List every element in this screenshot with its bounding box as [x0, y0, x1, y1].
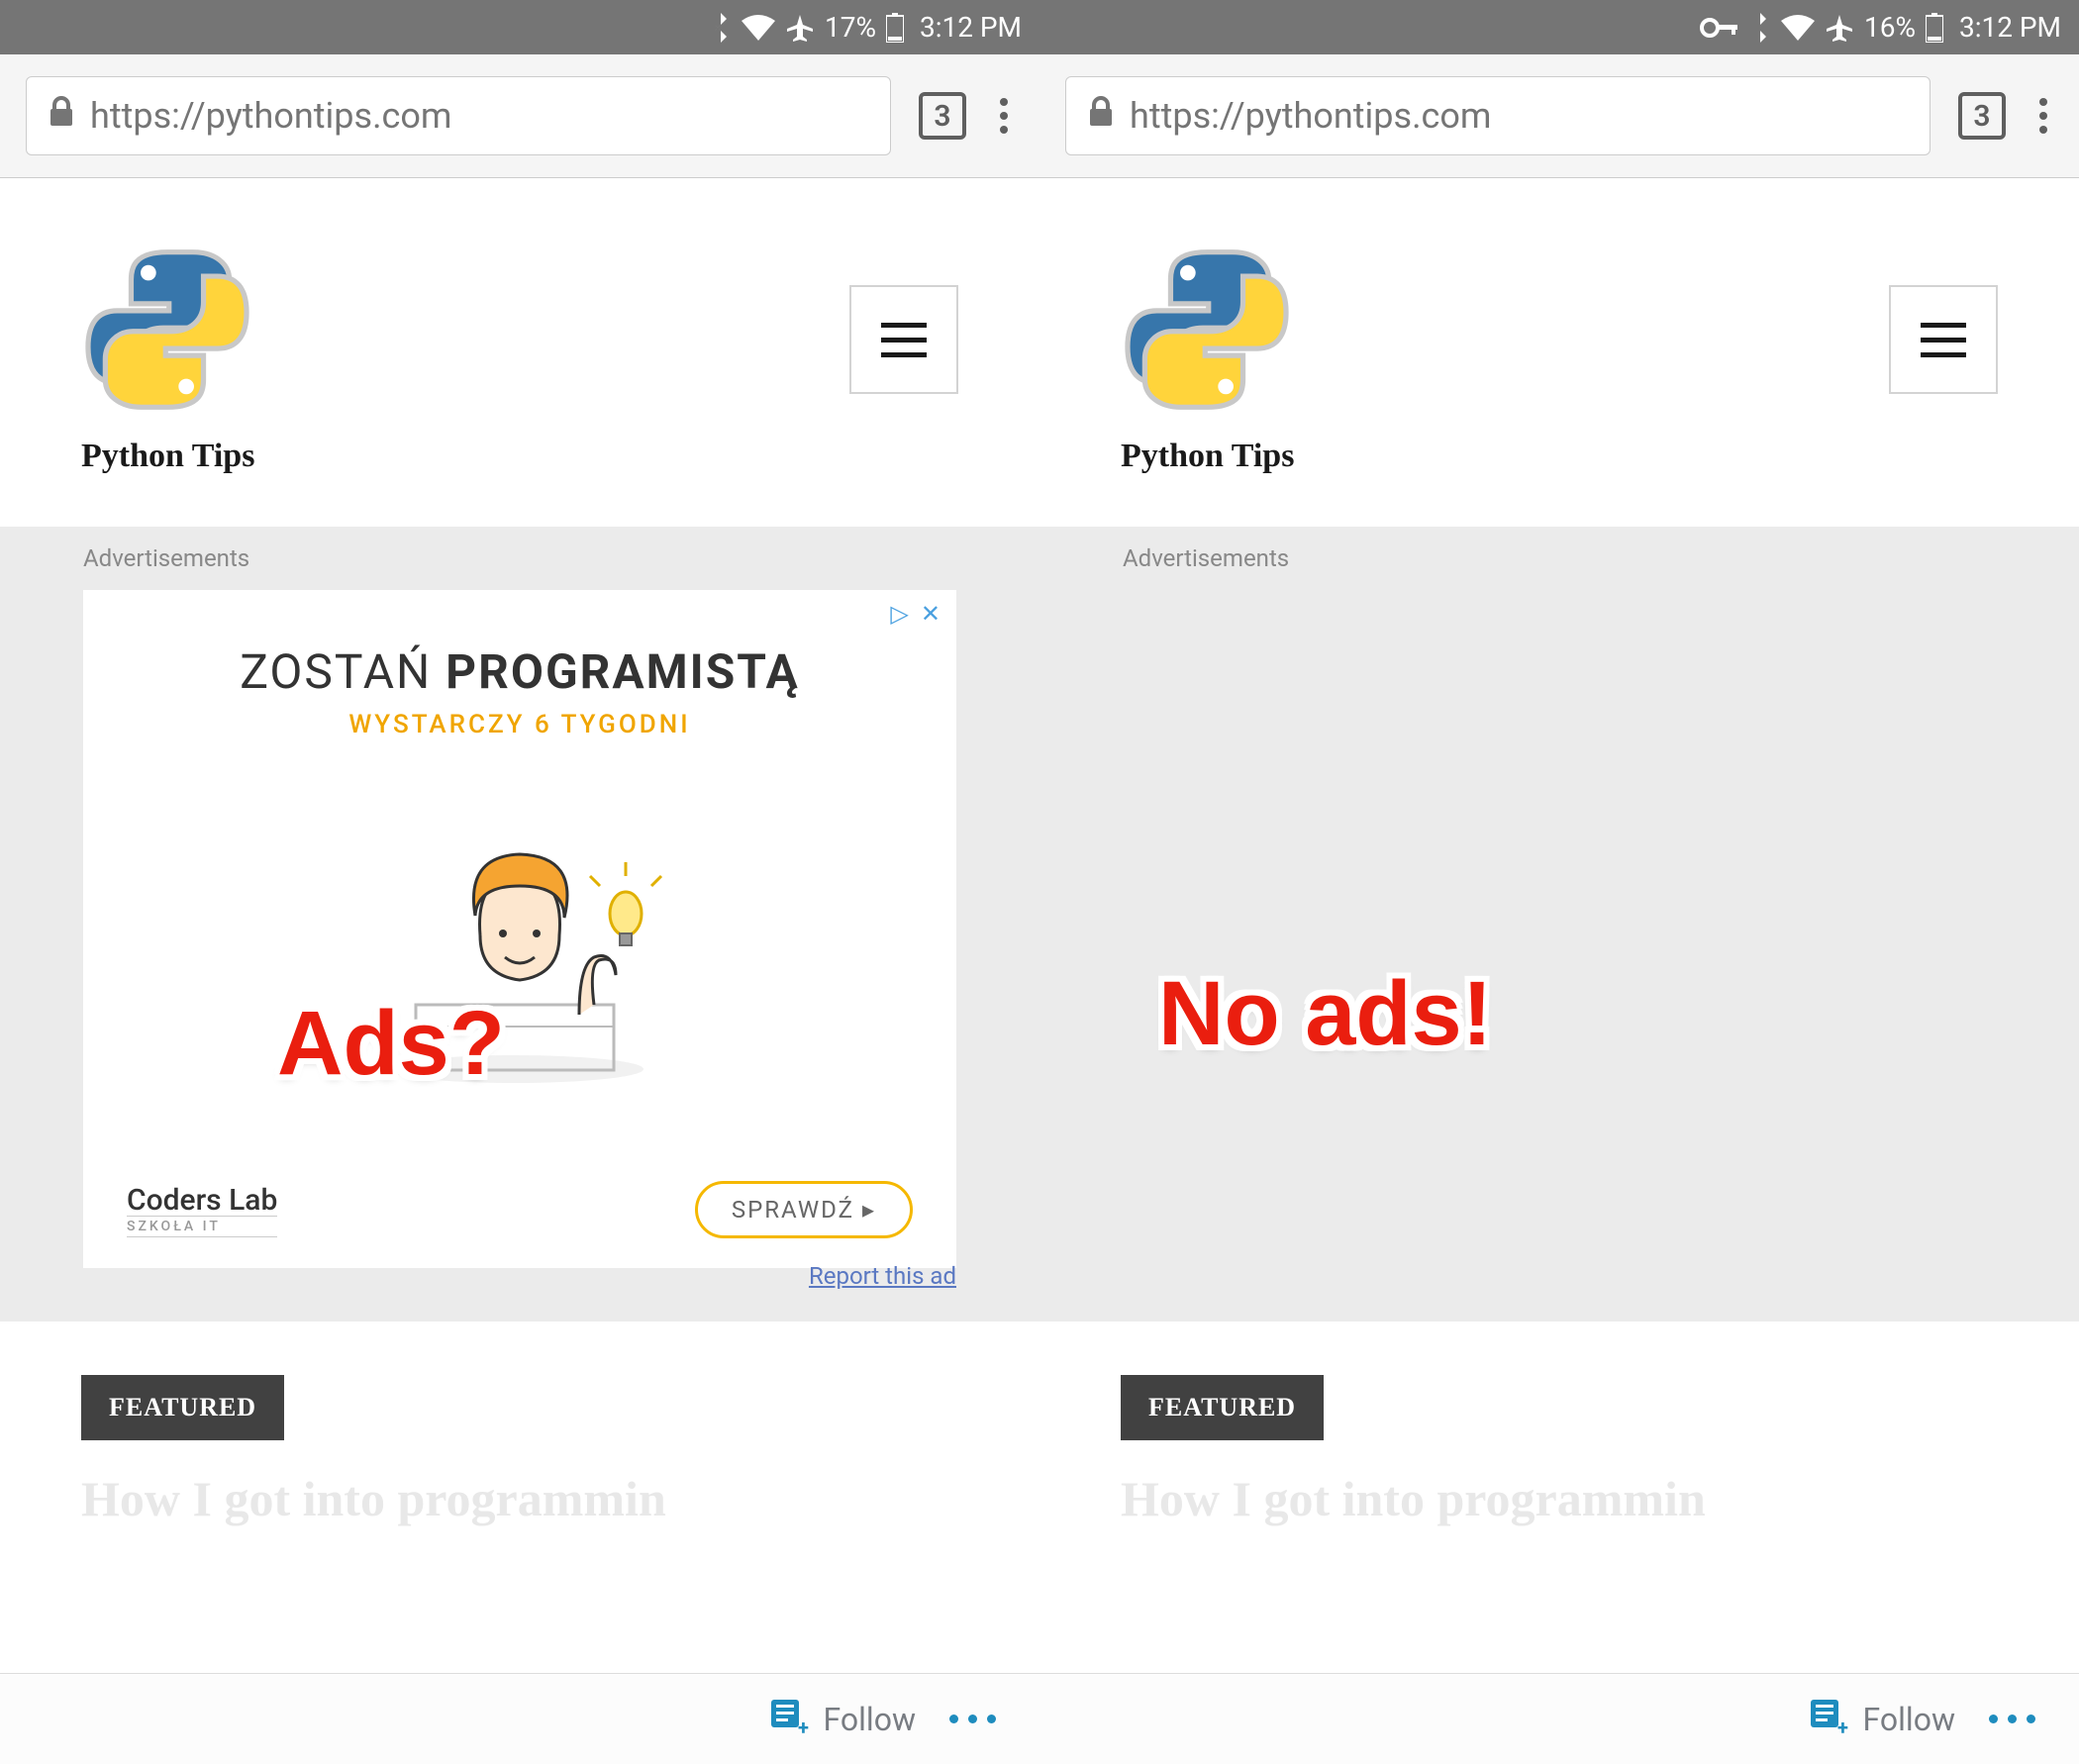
more-menu-button[interactable] [1989, 1715, 2035, 1723]
browser-toolbar: https://pythontips.com 3 [0, 54, 1040, 178]
reader-icon: + [768, 1695, 810, 1744]
follow-button[interactable]: + Follow [1808, 1695, 1955, 1744]
close-ad-icon[interactable]: ✕ [921, 600, 940, 628]
site-title[interactable]: Python Tips [81, 438, 254, 475]
url-bar[interactable]: https://pythontips.com [1065, 76, 1930, 155]
advertisement-section: Advertisements ▷ ✕ ZOSTAŃ PROGRAMISTĄ WY… [0, 527, 1040, 1322]
reader-icon: + [1808, 1695, 1849, 1744]
more-menu-button[interactable] [949, 1715, 996, 1723]
battery-percent: 16% [1864, 11, 1916, 44]
left-screenshot: 17% 3:12 PM https://pythontips.com 3 [0, 0, 1040, 1764]
bluetooth-transfer-icon [1749, 13, 1771, 43]
site-title[interactable]: Python Tips [1121, 438, 1294, 475]
url-text: https://pythontips.com [1130, 95, 1492, 137]
clock-time: 3:12 PM [1959, 11, 2061, 44]
wifi-icon [742, 15, 775, 41]
browser-menu-button[interactable] [2033, 92, 2053, 140]
ad-empty-space [1123, 590, 1996, 1268]
featured-badge: FEATURED [1121, 1375, 1324, 1440]
tab-count[interactable]: 3 [1958, 92, 2006, 140]
tab-count[interactable]: 3 [919, 92, 966, 140]
lock-icon [1088, 95, 1114, 137]
airplane-icon [1825, 13, 1854, 43]
article-title[interactable]: How I got into programmin [1040, 1440, 2079, 1527]
url-bar[interactable]: https://pythontips.com [26, 76, 891, 155]
article-title[interactable]: How I got into programmin [0, 1440, 1040, 1527]
svg-text:+: + [1837, 1715, 1848, 1736]
battery-percent: 17% [825, 11, 876, 44]
url-text: https://pythontips.com [90, 95, 452, 137]
ads-label: Advertisements [83, 544, 956, 572]
status-bar: 17% 3:12 PM [0, 0, 1040, 54]
battery-icon [886, 13, 904, 43]
site-header: Python Tips [1040, 178, 2079, 527]
python-logo [1121, 244, 1293, 416]
site-header: Python Tips [0, 178, 1040, 527]
status-bar: 16% 3:12 PM [1040, 0, 2079, 54]
ad-subheadline: WYSTARCZY 6 TYGODNI [348, 710, 690, 739]
ad-headline: ZOSTAŃ PROGRAMISTĄ [240, 643, 800, 700]
ads-label: Advertisements [1123, 544, 1996, 572]
annotation-sticker: Ads? [277, 992, 505, 1096]
ad-brand: Coders Lab SZKOŁA IT [127, 1183, 277, 1237]
bluetooth-transfer-icon [710, 13, 732, 43]
battery-icon [1926, 13, 1943, 43]
follow-label: Follow [1863, 1701, 1955, 1738]
ad-banner[interactable]: ▷ ✕ ZOSTAŃ PROGRAMISTĄ WYSTARCZY 6 TYGOD… [83, 590, 956, 1268]
adchoices-icon[interactable]: ▷ [890, 600, 908, 628]
annotation-sticker: No ads! [1158, 962, 1492, 1066]
featured-badge: FEATURED [81, 1375, 284, 1440]
advertisement-section: Advertisements No ads! [1040, 527, 2079, 1322]
python-logo [81, 244, 253, 416]
report-ad-link[interactable]: Report this ad [809, 1262, 956, 1290]
lock-icon [49, 95, 74, 137]
wordpress-bottom-bar: + Follow [0, 1673, 1040, 1764]
svg-text:+: + [798, 1715, 809, 1736]
hamburger-menu-button[interactable] [1889, 285, 1998, 394]
browser-menu-button[interactable] [994, 92, 1014, 140]
follow-label: Follow [824, 1701, 916, 1738]
follow-button[interactable]: + Follow [768, 1695, 916, 1744]
ad-cta-button[interactable]: SPRAWDŹ ▸ [695, 1181, 913, 1238]
vpn-key-icon [1700, 18, 1739, 38]
right-screenshot: 16% 3:12 PM https://pythontips.com 3 [1040, 0, 2079, 1764]
clock-time: 3:12 PM [920, 11, 1022, 44]
wifi-icon [1781, 15, 1815, 41]
ad-illustration [113, 739, 927, 1181]
hamburger-menu-button[interactable] [849, 285, 958, 394]
wordpress-bottom-bar: + Follow [1040, 1673, 2079, 1764]
airplane-icon [785, 13, 815, 43]
browser-toolbar: https://pythontips.com 3 [1040, 54, 2079, 178]
